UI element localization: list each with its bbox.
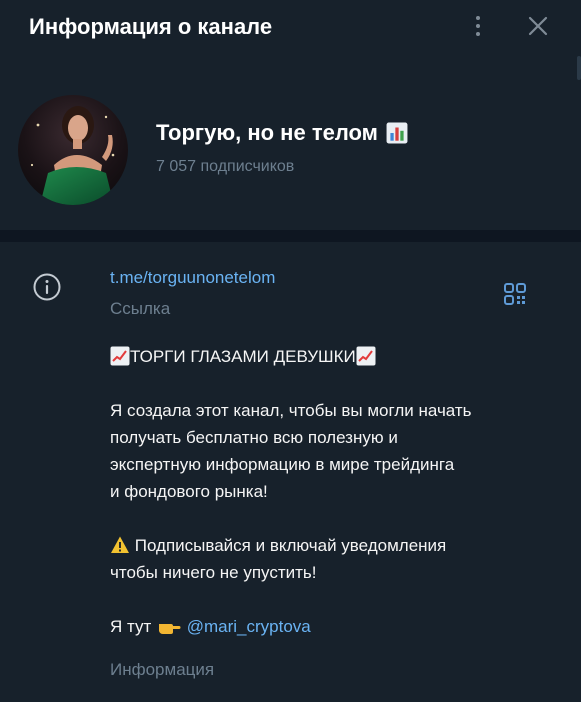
description-line: и фондового рынка! bbox=[110, 482, 268, 501]
contact-prefix: Я тут bbox=[110, 617, 152, 636]
section-divider bbox=[0, 230, 581, 242]
avatar[interactable] bbox=[18, 95, 128, 205]
bar-chart-emoji bbox=[386, 122, 408, 144]
subscriber-count: 7 057 подписчиков bbox=[156, 158, 295, 175]
notice-line: чтобы ничего не упустить! bbox=[110, 563, 317, 582]
notice-text: Подписывайся и включай уведомления bbox=[134, 536, 447, 555]
about-label: Информация bbox=[110, 660, 215, 679]
pointing-hand-emoji bbox=[159, 624, 181, 634]
channel-name: Торгую, но не телом bbox=[156, 120, 408, 146]
channel-description: ТОРГИ ГЛАЗАМИ ДЕВУШКИ Я создала этот кан… bbox=[110, 343, 550, 640]
link-label: Ссылка bbox=[110, 299, 171, 318]
header: Информация о канале bbox=[0, 0, 581, 54]
header-title: Информация о канале bbox=[29, 14, 273, 39]
description-line: Я создала этот канал, чтобы вы могли нач… bbox=[110, 401, 472, 420]
notice-line: Подписывайся и включай уведомления bbox=[110, 532, 550, 559]
channel-link[interactable]: t.me/torguunonetelom bbox=[110, 268, 275, 288]
description-line: получать бесплатно всю полезную и bbox=[110, 428, 398, 447]
chart-increasing-emoji bbox=[356, 346, 376, 366]
headline-text: ТОРГИ ГЛАЗАМИ ДЕВУШКИ bbox=[130, 347, 356, 366]
channel-name-text: Торгую, но не телом bbox=[156, 120, 378, 145]
mention-link[interactable]: @mari_cryptova bbox=[187, 617, 311, 636]
close-icon[interactable] bbox=[525, 13, 551, 39]
chart-increasing-emoji bbox=[110, 346, 130, 366]
description-headline: ТОРГИ ГЛАЗАМИ ДЕВУШКИ bbox=[110, 343, 550, 370]
warning-emoji bbox=[111, 536, 129, 553]
channel-profile: Торгую, но не телом 7 057 подписчиков bbox=[0, 54, 581, 230]
info-icon bbox=[33, 273, 61, 301]
qr-code-icon[interactable] bbox=[502, 281, 528, 307]
contact-line: Я тут @mari_cryptova bbox=[110, 613, 550, 640]
description-line: экспертную информацию в мире трейдинга bbox=[110, 455, 455, 474]
more-vertical-icon[interactable] bbox=[468, 12, 488, 40]
